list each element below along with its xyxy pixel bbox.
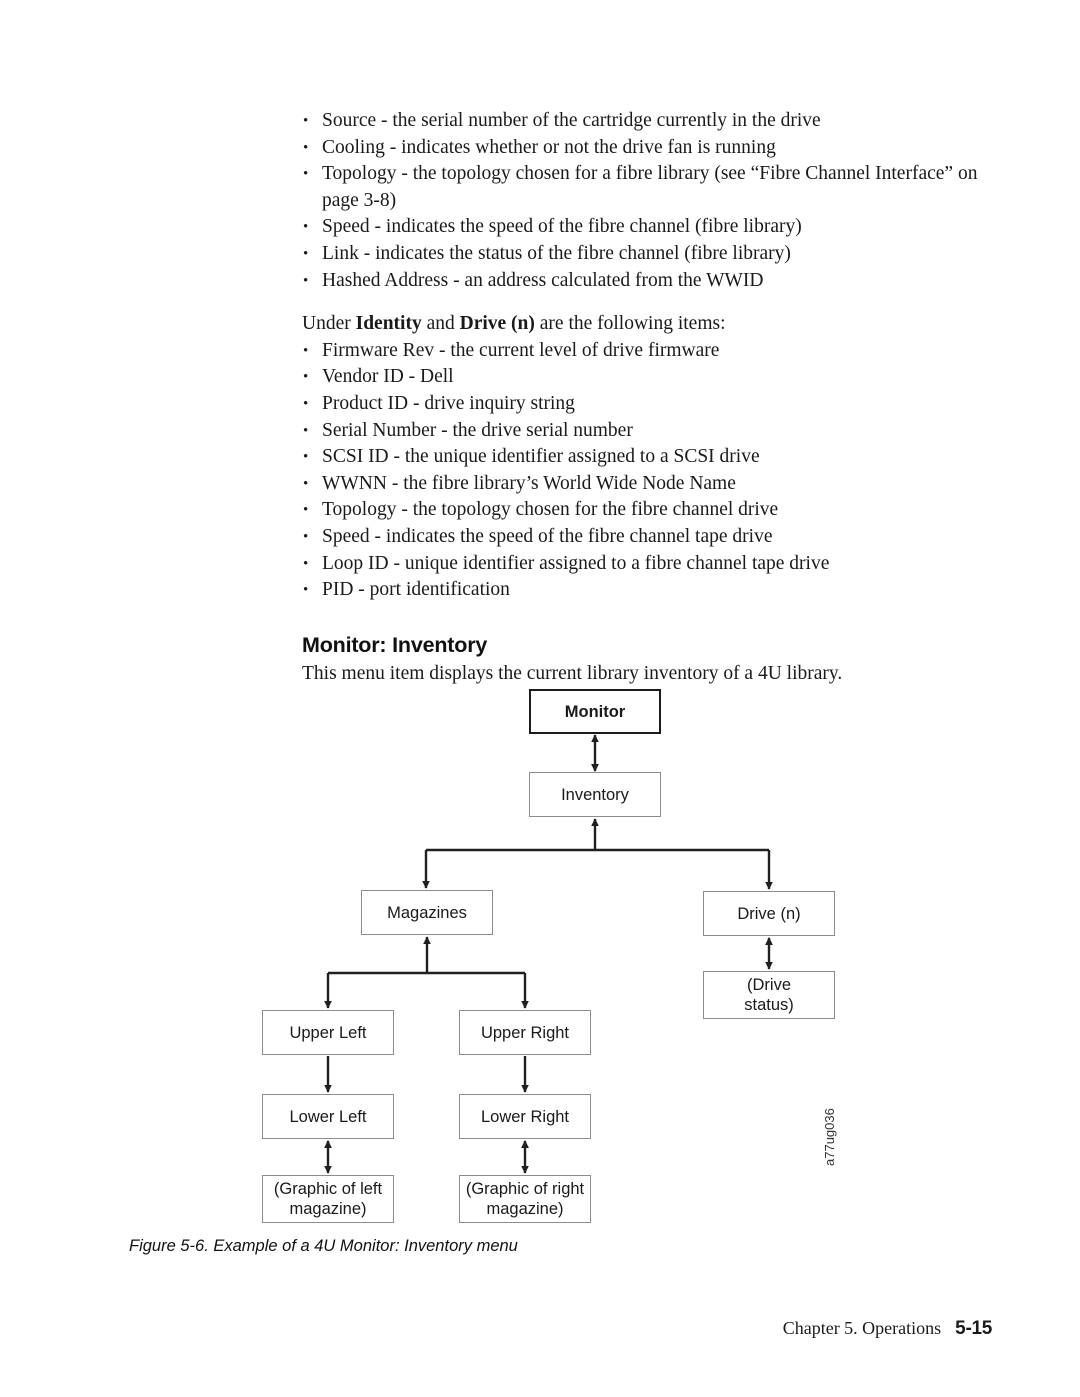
diagram-node-lower-right[interactable]: Lower Right bbox=[459, 1094, 591, 1139]
list-item: Loop ID - unique identifier assigned to … bbox=[302, 551, 992, 578]
intro-bold-drive: Drive (n) bbox=[459, 313, 535, 335]
artwork-id-label: a77ug036 bbox=[822, 1108, 837, 1166]
list-item: Topology - the topology chosen for the f… bbox=[302, 497, 992, 524]
list-item: Topology - the topology chosen for a fib… bbox=[302, 161, 992, 214]
diagram-node-inventory[interactable]: Inventory bbox=[529, 772, 661, 817]
diagram-node-label: (Drive status) bbox=[744, 976, 794, 1014]
diagram-node-drive-status[interactable]: (Drive status) bbox=[703, 971, 835, 1019]
diagram-node-magazines[interactable]: Magazines bbox=[361, 890, 493, 935]
section-block: Monitor: Inventory This menu item displa… bbox=[302, 632, 992, 688]
diagram-node-label: Lower Left bbox=[289, 1107, 367, 1126]
diagram-node-drive-n[interactable]: Drive (n) bbox=[703, 891, 835, 936]
page-body: Source - the serial number of the cartri… bbox=[302, 108, 992, 687]
diagram-node-graphic-right[interactable]: (Graphic of right magazine) bbox=[459, 1175, 591, 1223]
diagram-node-monitor[interactable]: Monitor bbox=[529, 689, 661, 734]
figure-caption: Figure 5-6. Example of a 4U Monitor: Inv… bbox=[129, 1237, 518, 1255]
list-item: Source - the serial number of the cartri… bbox=[302, 108, 992, 135]
intro-bold-identity: Identity bbox=[355, 313, 422, 335]
diagram-node-lower-left[interactable]: Lower Left bbox=[262, 1094, 394, 1139]
diagram-node-upper-right[interactable]: Upper Right bbox=[459, 1010, 591, 1055]
diagram-node-label: Monitor bbox=[564, 702, 626, 721]
bullet-list-identity-items: Firmware Rev - the current level of driv… bbox=[302, 338, 992, 604]
diagram-node-label: Upper Right bbox=[480, 1023, 570, 1042]
list-item: SCSI ID - the unique identifier assigned… bbox=[302, 444, 992, 471]
list-item: Product ID - drive inquiry string bbox=[302, 391, 992, 418]
page-footer: Chapter 5. Operations 5-15 bbox=[0, 1318, 1080, 1340]
intro-prefix: Under bbox=[302, 313, 356, 335]
diagram-node-label: Lower Right bbox=[480, 1107, 570, 1126]
intro-middle: and bbox=[421, 313, 460, 335]
diagram-node-label: (Graphic of left magazine) bbox=[273, 1180, 383, 1218]
list-item: Vendor ID - Dell bbox=[302, 364, 992, 391]
list-item: Link - indicates the status of the fibre… bbox=[302, 241, 992, 268]
diagram-node-label: Drive (n) bbox=[737, 904, 801, 923]
bullet-list-monitor-drive: Source - the serial number of the cartri… bbox=[302, 108, 992, 294]
diagram-node-upper-left[interactable]: Upper Left bbox=[262, 1010, 394, 1055]
list-item: PID - port identification bbox=[302, 577, 992, 604]
section-heading: Monitor: Inventory bbox=[302, 632, 488, 657]
footer-page-number: 5-15 bbox=[955, 1318, 992, 1339]
list-item: Cooling - indicates whether or not the d… bbox=[302, 135, 992, 162]
diagram-node-label: Magazines bbox=[387, 903, 467, 922]
list-item: Firmware Rev - the current level of driv… bbox=[302, 338, 992, 365]
list-item: Speed - indicates the speed of the fibre… bbox=[302, 524, 992, 551]
intro-suffix: are the following items: bbox=[534, 313, 726, 335]
section-description: This menu item displays the current libr… bbox=[302, 662, 843, 684]
intro-paragraph: Under Identity and Drive (n) are the fol… bbox=[302, 311, 992, 338]
diagram-node-label: (Graphic of right magazine) bbox=[465, 1180, 585, 1218]
footer-chapter: Chapter 5. Operations bbox=[782, 1318, 942, 1338]
list-item: Speed - indicates the speed of the fibre… bbox=[302, 214, 992, 241]
diagram-node-label: Inventory bbox=[561, 785, 629, 804]
list-item: WWNN - the fibre library’s World Wide No… bbox=[302, 471, 992, 498]
diagram-node-label: Upper Left bbox=[289, 1023, 367, 1042]
diagram-node-graphic-left[interactable]: (Graphic of left magazine) bbox=[262, 1175, 394, 1223]
list-item: Hashed Address - an address calculated f… bbox=[302, 268, 992, 295]
list-item: Serial Number - the drive serial number bbox=[302, 418, 992, 445]
